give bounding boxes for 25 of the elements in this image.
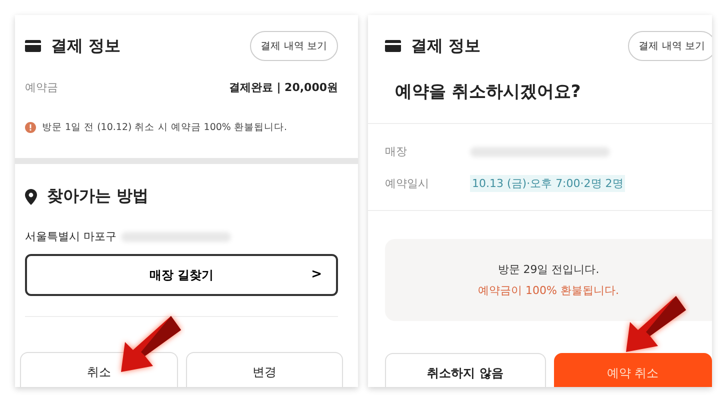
address-text: 서울특별시 마포구: [25, 229, 116, 244]
location-pin-icon: [25, 188, 37, 204]
directions-button[interactable]: 매장 길찾기 >: [25, 254, 338, 296]
card-icon: [385, 40, 401, 52]
section-title: 찾아가는 방법: [47, 186, 149, 207]
detail-value: 10.13 (금)·오후 7:00·2명 2명: [470, 175, 626, 192]
detail-label: 매장: [385, 144, 408, 159]
notice-text: 방문 29일 전입니다.: [498, 262, 600, 277]
card-icon: [25, 40, 41, 52]
pointer-arrow: [626, 296, 686, 352]
alert-icon: [25, 122, 36, 133]
section-title: 결제 정보: [411, 36, 481, 56]
deposit-label: 예약금: [25, 80, 58, 95]
deposit-value: 결제완료 | 20,000원: [228, 80, 338, 95]
dialog-title: 예약을 취소하시겠어요?: [395, 81, 582, 103]
detail-label: 예약일시: [385, 176, 430, 191]
refund-notice: 방문 1일 전 (10.12) 취소 시 예약금 100% 환불됩니다.: [42, 121, 287, 134]
action-button[interactable]: 취소하지 않음: [385, 353, 546, 387]
pointer-arrow: [121, 316, 181, 372]
history-button[interactable]: 결제 내역 보기: [250, 31, 338, 61]
notice-text: 예약금이 100% 환불됩니다.: [478, 283, 619, 298]
history-button[interactable]: 결제 내역 보기: [628, 31, 712, 61]
section-title: 결제 정보: [51, 36, 121, 56]
action-button[interactable]: 변경: [186, 352, 343, 387]
action-button[interactable]: 취소: [20, 352, 178, 387]
